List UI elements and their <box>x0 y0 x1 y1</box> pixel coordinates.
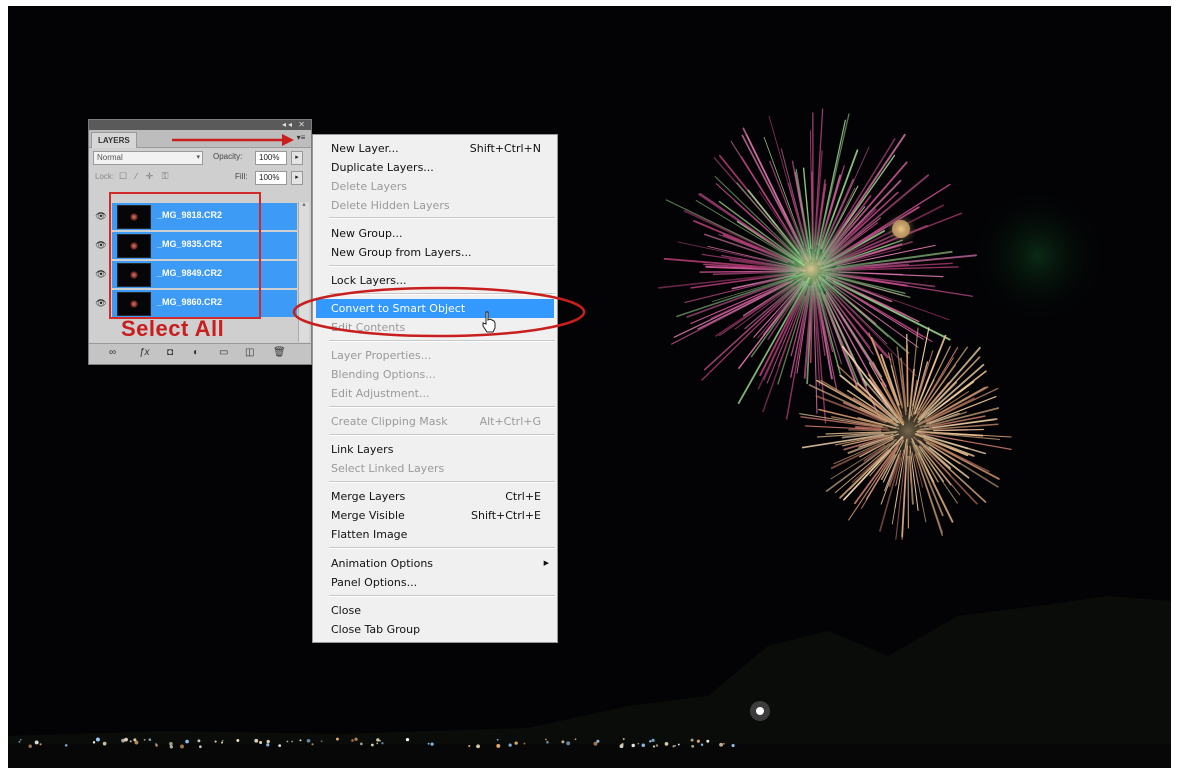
menu-separator <box>329 406 555 408</box>
menu-separator <box>329 217 555 219</box>
menu-item-flatten-image[interactable]: Flatten Image <box>331 525 557 544</box>
menu-item-blending-options[interactable]: Blending Options... <box>331 365 557 384</box>
lock-icons[interactable]: ☐ ⁄ ✛ ⚿ <box>119 171 171 182</box>
opacity-label: Opacity: <box>213 152 243 161</box>
menu-item-link-layers[interactable]: Link Layers <box>331 440 557 459</box>
opacity-arrow-icon[interactable]: ▸ <box>291 151 303 165</box>
menu-item-delete-hidden-layers[interactable]: Delete Hidden Layers <box>331 196 557 215</box>
menu-item-layer-properties[interactable]: Layer Properties... <box>331 346 557 365</box>
menu-item-create-clipping-mask[interactable]: Create Clipping Mask Alt+Ctrl+G <box>331 412 557 431</box>
menu-item-close-tab-group[interactable]: Close Tab Group <box>331 620 557 639</box>
menu-item-merge-visible[interactable]: Merge Visible Shift+Ctrl+E <box>331 506 557 525</box>
fill-arrow-icon[interactable]: ▸ <box>291 171 303 185</box>
mask-icon[interactable]: ◘ <box>167 347 173 358</box>
panel-controls-icon[interactable]: ◂◂ ✕ <box>282 120 307 130</box>
menu-separator <box>329 481 555 483</box>
menu-item-close[interactable]: Close <box>331 601 557 620</box>
select-all-annotation: Select All <box>121 316 225 341</box>
eye-icon[interactable]: 👁 <box>93 209 109 223</box>
menu-item-new-group[interactable]: New Group... <box>331 224 557 243</box>
menu-separator <box>329 547 555 549</box>
menu-item-animation-options[interactable]: Animation Options ▶ <box>331 554 557 573</box>
highlight-ellipse-annotation <box>292 286 586 338</box>
menu-separator <box>329 434 555 436</box>
eye-icon[interactable]: 👁 <box>93 238 109 252</box>
trash-icon[interactable]: 🗑 <box>273 347 286 358</box>
menu-item-new-group-from-layers[interactable]: New Group from Layers... <box>331 243 557 262</box>
layers-bottom-bar: ∞ ƒx ◘ ◐ ▭ ◫ 🗑 <box>89 343 311 364</box>
lock-row: Lock: ☐ ⁄ ✛ ⚿ Fill: 100% ▸ <box>89 168 311 188</box>
fill-label: Fill: <box>235 172 248 181</box>
layers-context-menu: New Layer... Shift+Ctrl+N Duplicate Layer… <box>312 134 558 643</box>
fill-field[interactable]: 100% <box>255 171 287 185</box>
new-layer-icon[interactable]: ◫ <box>245 347 254 358</box>
adjustment-icon[interactable]: ◐ <box>193 347 199 358</box>
opacity-field[interactable]: 100% <box>255 151 287 165</box>
annotation-arrow <box>172 134 294 146</box>
menu-item-merge-layers[interactable]: Merge Layers Ctrl+E <box>331 487 557 506</box>
menu-item-delete-layers[interactable]: Delete Layers <box>331 177 557 196</box>
eye-icon[interactable]: 👁 <box>93 296 109 310</box>
link-icon[interactable]: ∞ <box>109 347 116 358</box>
scroll-up-icon[interactable]: ▲ <box>299 202 309 208</box>
menu-item-new-layer[interactable]: New Layer... Shift+Ctrl+N <box>331 139 557 158</box>
menu-item-select-linked-layers[interactable]: Select Linked Layers <box>331 459 557 478</box>
menu-item-edit-adjustment[interactable]: Edit Adjustment... <box>331 384 557 403</box>
fx-icon[interactable]: ƒx <box>139 347 150 358</box>
chevron-down-icon: ▾ <box>196 154 200 161</box>
menu-separator <box>329 265 555 267</box>
selection-annotation-box <box>109 192 261 319</box>
menu-separator <box>329 595 555 597</box>
eye-icon[interactable]: 👁 <box>93 267 109 281</box>
tab-layers[interactable]: LAYERS <box>91 132 137 148</box>
blend-row: Normal ▾ Opacity: 100% ▸ <box>89 148 311 168</box>
lock-label: Lock: <box>95 172 115 181</box>
menu-item-panel-options[interactable]: Panel Options... <box>331 573 557 592</box>
panel-titlebar[interactable]: ◂◂ ✕ <box>89 120 311 130</box>
hand-cursor-icon <box>482 311 496 333</box>
blend-mode-select[interactable]: Normal ▾ <box>93 151 203 165</box>
group-icon[interactable]: ▭ <box>219 347 228 358</box>
menu-item-duplicate-layers[interactable]: Duplicate Layers... <box>331 158 557 177</box>
blend-mode-value: Normal <box>97 153 123 162</box>
submenu-arrow-icon: ▶ <box>543 559 549 567</box>
